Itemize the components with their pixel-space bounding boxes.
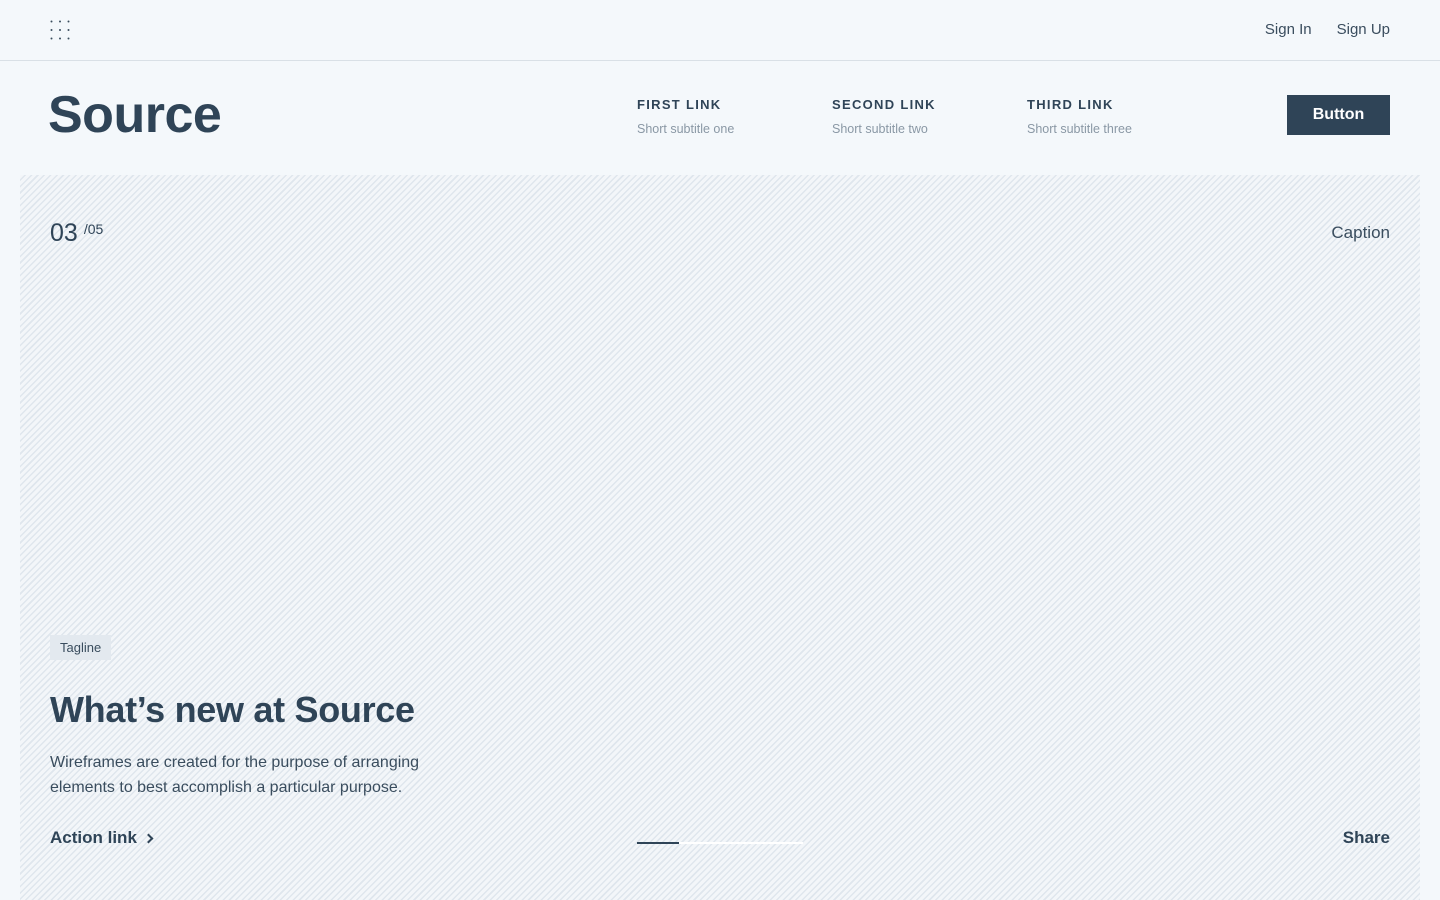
- slide-progress-fill: [637, 842, 679, 844]
- grid-dots-icon[interactable]: [50, 20, 70, 40]
- nav-item-title: SECOND LINK: [832, 97, 936, 112]
- nav-item-second[interactable]: SECOND LINK Short subtitle two: [832, 97, 936, 136]
- slide-total: /05: [83, 221, 104, 237]
- nav-item-title: FIRST LINK: [637, 97, 722, 112]
- action-link-label: Action link: [50, 828, 137, 847]
- slide-counter: 03 /05: [50, 219, 103, 248]
- share-link[interactable]: Share: [1343, 828, 1390, 848]
- hero-description: Wireframes are created for the purpose o…: [50, 754, 420, 796]
- tagline-badge: Tagline: [50, 635, 112, 660]
- hero-title: What’s new at Source: [50, 689, 415, 730]
- nav-item-subtitle: Short subtitle one: [637, 122, 735, 136]
- auth-links: Sign In Sign Up: [1265, 21, 1390, 38]
- chevron-right-icon: [143, 833, 154, 844]
- nav-item-title: THIRD LINK: [1027, 97, 1114, 112]
- top-bar: Sign In Sign Up: [0, 0, 1440, 61]
- primary-button[interactable]: Button: [1287, 95, 1390, 135]
- sign-in-link[interactable]: Sign In: [1265, 21, 1312, 38]
- site-header: Source FIRST LINK Short subtitle one SEC…: [0, 61, 1440, 175]
- hero-slide: 03 /05 Caption Tagline What’s new at Sou…: [20, 175, 1420, 900]
- brand-logo[interactable]: Source: [48, 85, 222, 145]
- hero-caption: Caption: [1331, 223, 1390, 242]
- action-link[interactable]: Action link: [50, 828, 154, 848]
- nav-item-first[interactable]: FIRST LINK Short subtitle one: [637, 97, 734, 136]
- nav-item-third[interactable]: THIRD LINK Short subtitle three: [1027, 97, 1132, 136]
- nav-item-subtitle: Short subtitle three: [1027, 122, 1132, 136]
- nav-item-subtitle: Short subtitle two: [832, 122, 928, 136]
- slide-current: 03: [50, 219, 78, 247]
- slide-progress-bar[interactable]: [637, 842, 803, 844]
- sign-up-link[interactable]: Sign Up: [1337, 21, 1390, 38]
